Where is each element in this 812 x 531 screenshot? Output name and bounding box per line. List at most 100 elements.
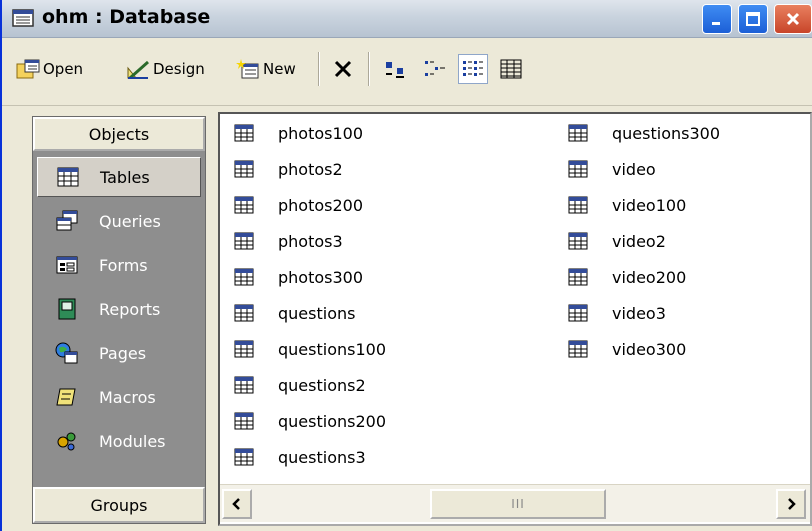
small-icons-view-button[interactable] bbox=[420, 54, 450, 84]
list-item[interactable]: photos2 bbox=[234, 154, 343, 184]
list-item[interactable]: questions300 bbox=[568, 118, 720, 148]
table-name: photos300 bbox=[278, 267, 364, 287]
horizontal-scrollbar[interactable]: III bbox=[220, 484, 810, 522]
objects-item-modules[interactable]: Modules bbox=[37, 421, 201, 461]
close-button[interactable] bbox=[774, 4, 812, 34]
objects-item-tables[interactable]: Tables bbox=[37, 157, 201, 197]
scroll-left-button[interactable] bbox=[222, 489, 252, 519]
large-icons-view-button[interactable] bbox=[380, 54, 410, 84]
objects-item-macros[interactable]: Macros bbox=[37, 377, 201, 417]
groups-button[interactable]: Groups bbox=[33, 487, 205, 523]
objects-item-label: Forms bbox=[99, 255, 148, 275]
title-bar[interactable]: ohm : Database bbox=[2, 0, 812, 38]
delete-button[interactable] bbox=[328, 54, 358, 84]
window-title: ohm : Database bbox=[42, 6, 211, 28]
new-label: New bbox=[263, 60, 296, 78]
list-item[interactable]: questions2 bbox=[234, 370, 366, 400]
arrow-left-icon bbox=[232, 498, 240, 510]
objects-item-forms[interactable]: Forms bbox=[37, 245, 201, 285]
table-name: video2 bbox=[612, 231, 666, 251]
list-item[interactable]: video2 bbox=[568, 226, 666, 256]
list-item[interactable]: questions bbox=[234, 298, 355, 328]
table-icon bbox=[234, 376, 254, 394]
open-button[interactable]: Open bbox=[16, 54, 83, 84]
new-button[interactable]: New bbox=[236, 54, 296, 84]
maximize-button[interactable] bbox=[738, 4, 768, 34]
list-item[interactable]: photos200 bbox=[234, 190, 363, 220]
details-view-button[interactable] bbox=[496, 54, 526, 84]
table-name: photos100 bbox=[278, 123, 364, 143]
table-icon bbox=[568, 304, 588, 322]
maximize-icon bbox=[746, 12, 760, 26]
table-name: photos3 bbox=[278, 231, 343, 251]
list-item[interactable]: questions100 bbox=[234, 334, 386, 364]
list-view-icon bbox=[463, 61, 483, 76]
list-item[interactable]: video100 bbox=[568, 190, 686, 220]
open-icon bbox=[16, 59, 40, 79]
objects-item-label: Queries bbox=[99, 211, 161, 231]
objects-header-button[interactable]: Objects bbox=[33, 117, 205, 151]
scroll-thumb[interactable]: III bbox=[430, 489, 606, 519]
list-item[interactable]: questions200 bbox=[234, 406, 386, 436]
list-item[interactable]: video300 bbox=[568, 334, 686, 364]
list-view-button[interactable] bbox=[458, 54, 488, 84]
list-item[interactable]: video bbox=[568, 154, 656, 184]
objects-item-label: Modules bbox=[99, 431, 166, 451]
query-icon bbox=[56, 210, 78, 231]
objects-item-pages[interactable]: Pages bbox=[37, 333, 201, 373]
tables-list-panel: photos100 photos2 photos200 photos3 photos30… bbox=[218, 112, 812, 526]
database-window-icon bbox=[12, 9, 34, 27]
table-name: questions bbox=[278, 303, 356, 323]
minimize-button[interactable] bbox=[702, 4, 732, 34]
objects-item-queries[interactable]: Queries bbox=[37, 201, 201, 241]
table-icon bbox=[568, 124, 588, 142]
table-icon bbox=[234, 160, 254, 178]
table-icon bbox=[234, 124, 254, 142]
table-icon bbox=[568, 340, 588, 358]
list-item[interactable]: photos100 bbox=[234, 118, 363, 148]
large-icons-icon bbox=[386, 62, 404, 78]
list-item[interactable]: questions3 bbox=[234, 442, 366, 472]
scroll-right-button[interactable] bbox=[776, 489, 806, 519]
table-icon bbox=[234, 448, 254, 466]
table-icon bbox=[234, 304, 254, 322]
toolbar-separator bbox=[368, 52, 370, 86]
objects-item-label: Tables bbox=[100, 167, 150, 187]
objects-item-label: Macros bbox=[99, 387, 156, 407]
open-label: Open bbox=[43, 60, 84, 78]
table-name: video300 bbox=[612, 339, 687, 359]
objects-item-label: Reports bbox=[99, 299, 161, 319]
arrow-right-icon bbox=[788, 498, 796, 510]
table-name: photos2 bbox=[278, 159, 343, 179]
macro-icon bbox=[56, 388, 76, 406]
report-icon bbox=[58, 298, 76, 320]
table-name: questions200 bbox=[278, 411, 386, 431]
list-item[interactable]: photos3 bbox=[234, 226, 343, 256]
table-icon bbox=[234, 268, 254, 286]
table-icon bbox=[57, 167, 79, 187]
table-name: video200 bbox=[612, 267, 687, 287]
table-name: photos200 bbox=[278, 195, 364, 215]
table-icon bbox=[568, 160, 588, 178]
module-icon bbox=[57, 432, 76, 451]
list-item[interactable]: video200 bbox=[568, 262, 686, 292]
minimize-icon bbox=[712, 22, 720, 25]
design-button[interactable]: Design bbox=[126, 54, 205, 84]
table-name: video100 bbox=[612, 195, 687, 215]
list-item[interactable]: photos300 bbox=[234, 262, 363, 292]
table-name: video3 bbox=[612, 303, 666, 323]
list-item[interactable]: video3 bbox=[568, 298, 666, 328]
table-name: questions2 bbox=[278, 375, 366, 395]
objects-item-label: Pages bbox=[99, 343, 147, 363]
table-icon bbox=[234, 196, 254, 214]
objects-item-reports[interactable]: Reports bbox=[37, 289, 201, 329]
table-icon bbox=[568, 232, 588, 250]
table-icon bbox=[234, 412, 254, 430]
new-icon bbox=[236, 59, 259, 79]
small-icons-icon bbox=[425, 61, 445, 76]
table-name: questions300 bbox=[612, 123, 720, 143]
form-icon bbox=[56, 256, 78, 274]
objects-bar: Objects Tables Queries Forms Reports Pag… bbox=[32, 116, 206, 524]
table-icon bbox=[234, 340, 254, 358]
close-icon bbox=[786, 12, 800, 26]
